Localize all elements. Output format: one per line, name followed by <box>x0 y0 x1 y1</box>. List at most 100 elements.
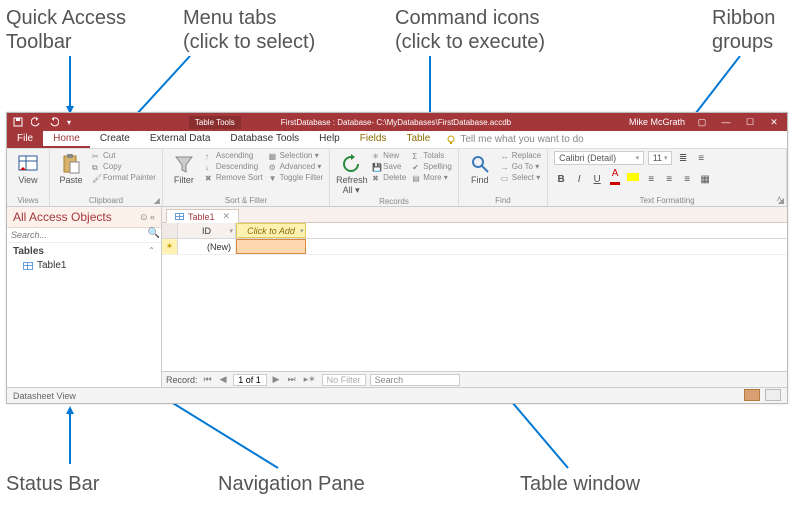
minimize-button[interactable]: — <box>719 117 733 127</box>
tab-table[interactable]: Table <box>396 131 440 148</box>
document-tab-row: Table1 ✕ <box>162 207 787 223</box>
numbering-icon[interactable]: ≡ <box>694 153 708 164</box>
toggle-filter-button[interactable]: ▼Toggle Filter <box>269 173 324 183</box>
font-color-button[interactable]: A <box>608 168 622 190</box>
gridlines-icon[interactable]: ▦ <box>698 174 712 185</box>
new-row-indicator-icon: ✶ <box>162 239 178 254</box>
record-search-input[interactable]: Search <box>370 374 460 386</box>
ribbon: View Views Paste ✂Cut ⧉Copy 🖌Format Pain… <box>7 149 787 207</box>
align-center-icon[interactable]: ≡ <box>662 174 676 185</box>
bold-button[interactable]: B <box>554 174 568 185</box>
font-size-combo[interactable]: 11▾ <box>648 151 672 165</box>
first-record-button[interactable]: ⏮ <box>202 374 214 385</box>
datasheet-body[interactable] <box>162 255 787 371</box>
tab-close-icon[interactable]: ✕ <box>223 211 231 222</box>
next-record-button[interactable]: ▶ <box>271 374 282 385</box>
highlight-button[interactable] <box>626 173 640 186</box>
paste-icon <box>60 153 82 175</box>
view-button[interactable]: View <box>13 151 43 185</box>
search-icon[interactable]: 🔍 <box>147 228 161 242</box>
underline-button[interactable]: U <box>590 174 604 185</box>
new-record-button[interactable]: ▸✶ <box>302 374 318 385</box>
cell-add-new[interactable] <box>236 239 306 254</box>
refresh-all-label: Refresh All ▾ <box>336 175 366 196</box>
select-icon: ▭ <box>501 174 510 183</box>
dropdown-icon[interactable]: ▾ <box>229 227 233 235</box>
spelling-button[interactable]: ✔Spelling <box>412 162 451 172</box>
align-right-icon[interactable]: ≡ <box>680 174 694 185</box>
select-button[interactable]: ▭Select ▾ <box>501 173 541 183</box>
nav-section-tables[interactable]: Tables ⌃ <box>7 243 161 258</box>
save-record-icon: 💾 <box>372 163 381 172</box>
delete-icon: ✖ <box>372 174 381 183</box>
status-bar: Datasheet View <box>7 387 787 403</box>
column-id[interactable]: ID▾ <box>178 223 236 238</box>
save-record-button[interactable]: 💾Save <box>372 162 406 172</box>
copy-button[interactable]: ⧉Copy <box>92 162 156 172</box>
clipboard-dialog-launcher[interactable]: ◢ <box>154 196 160 205</box>
tell-me-search[interactable]: Tell me what you want to do <box>446 131 583 148</box>
nav-search-input[interactable] <box>7 228 147 242</box>
font-name-combo[interactable]: Calibri (Detail)▾ <box>554 151 644 165</box>
bullets-icon[interactable]: ≣ <box>676 153 690 164</box>
tab-fields[interactable]: Fields <box>350 131 397 148</box>
nav-pane-menu-icon[interactable]: ⊙ « <box>140 212 155 223</box>
group-sort-filter-label: Sort & Filter <box>169 195 323 206</box>
descending-button[interactable]: ↓Descending <box>205 162 263 172</box>
new-button[interactable]: ✳New <box>372 151 406 161</box>
last-record-button[interactable]: ⏭ <box>285 374 297 385</box>
group-views-label: Views <box>13 195 43 206</box>
datasheet-view-button[interactable] <box>744 389 760 401</box>
cell-id-new[interactable]: (New) <box>178 239 236 254</box>
ascending-button[interactable]: ↑Ascending <box>205 151 263 161</box>
save-icon[interactable] <box>13 117 23 127</box>
tab-external-data[interactable]: External Data <box>140 131 221 148</box>
content-area: All Access Objects ⊙ « 🔍 Tables ⌃ Table1 <box>7 207 787 387</box>
paste-button[interactable]: Paste <box>56 151 86 185</box>
more-button[interactable]: ▤More ▾ <box>412 173 451 183</box>
no-filter-label[interactable]: No Filter <box>322 374 366 386</box>
tab-create[interactable]: Create <box>90 131 140 148</box>
italic-button[interactable]: I <box>572 174 586 185</box>
close-button[interactable]: ✕ <box>767 117 781 128</box>
ribbon-display-icon[interactable]: ▢ <box>695 117 709 128</box>
redo-icon[interactable] <box>49 117 59 127</box>
undo-icon[interactable] <box>31 117 41 127</box>
tab-help[interactable]: Help <box>309 131 350 148</box>
nav-pane-header[interactable]: All Access Objects ⊙ « <box>7 207 161 228</box>
collapse-ribbon-icon[interactable]: ˄ <box>777 194 782 204</box>
totals-button[interactable]: ΣTotals <box>412 151 451 161</box>
group-text-formatting: Calibri (Detail)▾ 11▾ ≣ ≡ B I U A ≡ ≡ ≡ … <box>548 149 787 206</box>
tab-database-tools[interactable]: Database Tools <box>220 131 309 148</box>
design-view-button[interactable] <box>765 389 781 401</box>
prev-record-button[interactable]: ◀ <box>218 374 229 385</box>
new-record-row[interactable]: ✶ (New) <box>162 239 787 255</box>
find-button[interactable]: Find <box>465 151 495 185</box>
column-click-to-add[interactable]: Click to Add▾ <box>236 223 306 238</box>
user-name[interactable]: Mike McGrath <box>629 117 685 127</box>
callout-menu-tabs: Menu tabs (click to select) <box>183 6 315 54</box>
selection-button[interactable]: ▦Selection ▾ <box>269 151 324 161</box>
nav-item-table1[interactable]: Table1 <box>7 258 161 273</box>
goto-button[interactable]: →Go To ▾ <box>501 162 541 172</box>
sort-desc-icon: ↓ <box>205 163 214 172</box>
select-all-cell[interactable] <box>162 223 178 238</box>
delete-button[interactable]: ✖Delete <box>372 173 406 183</box>
dropdown-icon[interactable]: ▾ <box>299 227 303 235</box>
tab-home[interactable]: Home <box>43 131 90 148</box>
navigation-pane: All Access Objects ⊙ « 🔍 Tables ⌃ Table1 <box>7 207 162 387</box>
record-position-input[interactable] <box>233 374 267 386</box>
refresh-all-button[interactable]: Refresh All ▾ <box>336 151 366 196</box>
qat-customize-icon[interactable]: ▾ <box>67 118 71 127</box>
tab-file[interactable]: File <box>7 131 43 148</box>
align-left-icon[interactable]: ≡ <box>644 174 658 185</box>
replace-button[interactable]: ↔Replace <box>501 151 541 161</box>
remove-sort-button[interactable]: ✖Remove Sort <box>205 173 263 183</box>
filter-button[interactable]: Filter <box>169 151 199 185</box>
maximize-button[interactable]: ☐ <box>743 117 757 128</box>
format-painter-button[interactable]: 🖌Format Painter <box>92 173 156 183</box>
cut-button[interactable]: ✂Cut <box>92 151 156 161</box>
document-tab-table1[interactable]: Table1 ✕ <box>166 209 239 223</box>
advanced-button[interactable]: ⚙Advanced ▾ <box>269 162 324 172</box>
group-find-label: Find <box>465 195 541 206</box>
